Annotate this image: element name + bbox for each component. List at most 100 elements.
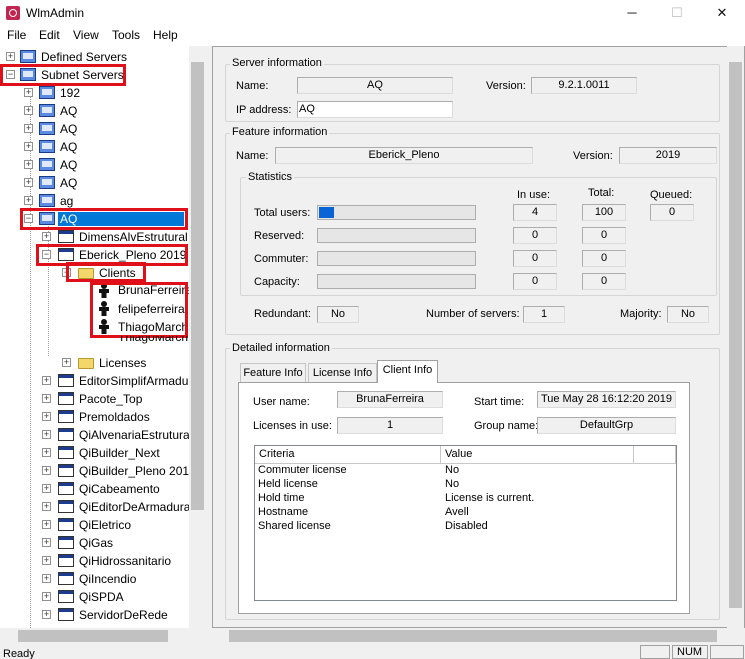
- tree-item-feature[interactable]: + QiSPDA: [0, 588, 190, 606]
- expand-icon[interactable]: +: [42, 556, 51, 565]
- tree-item-feature[interactable]: + QiHidrossanitario: [0, 552, 190, 570]
- tab-feature-info[interactable]: Feature Info: [240, 363, 306, 383]
- feature-icon: [58, 428, 74, 441]
- feature-version-label: Version:: [573, 150, 613, 162]
- expand-icon[interactable]: +: [62, 358, 71, 367]
- start-time-field: Tue May 28 16:12:20 2019: [537, 391, 676, 408]
- tree-item-feature[interactable]: + Pacote_Top: [0, 390, 190, 408]
- expand-icon[interactable]: +: [24, 142, 33, 151]
- tree-label: ServidorDeRede: [79, 608, 168, 622]
- number-of-servers-label: Number of servers:: [426, 308, 520, 320]
- expand-icon[interactable]: +: [24, 196, 33, 205]
- expand-icon[interactable]: +: [42, 394, 51, 403]
- reserved-total: 0: [582, 227, 626, 244]
- commuter-in-use: 0: [513, 250, 557, 267]
- tree-item-server[interactable]: + AQ: [0, 156, 190, 174]
- maximize-button[interactable]: ☐: [654, 0, 700, 26]
- grid-cell-value: License is current.: [445, 492, 535, 504]
- expand-icon[interactable]: +: [42, 430, 51, 439]
- capacity-bar: [317, 274, 476, 289]
- ip-address-field[interactable]: AQ: [297, 101, 453, 118]
- capacity-in-use: 0: [513, 273, 557, 290]
- tree-item-client[interactable]: ThiagoMarch: [0, 336, 190, 348]
- menu-edit[interactable]: Edit: [37, 28, 62, 42]
- highlight-box: [0, 64, 126, 86]
- expand-icon[interactable]: +: [42, 448, 51, 457]
- menu-tools[interactable]: Tools: [110, 28, 142, 42]
- tree-item-feature[interactable]: + QiIncendio: [0, 570, 190, 588]
- expand-icon[interactable]: +: [42, 412, 51, 421]
- details-horizontal-scroll-thumb[interactable]: [229, 630, 717, 642]
- tree-item-feature[interactable]: + QiEletrico: [0, 516, 190, 534]
- tree-item-server[interactable]: + AQ: [0, 102, 190, 120]
- tree-item-server[interactable]: + 192: [0, 84, 190, 102]
- grid-cell-value: No: [445, 478, 460, 490]
- expand-icon[interactable]: +: [42, 592, 51, 601]
- expand-icon[interactable]: +: [42, 502, 51, 511]
- feature-name-label: Name:: [236, 150, 269, 162]
- feature-version-field: 2019: [619, 147, 717, 164]
- expand-icon[interactable]: +: [24, 178, 33, 187]
- tab-license-info[interactable]: License Info: [308, 363, 377, 383]
- expand-icon[interactable]: +: [42, 232, 51, 241]
- expand-icon[interactable]: +: [24, 160, 33, 169]
- column-header-empty: [634, 446, 676, 464]
- tree-label: QiEditorDeArmadura: [79, 500, 191, 514]
- server-name-field: AQ: [297, 77, 453, 94]
- menu-file[interactable]: File: [5, 28, 28, 42]
- expand-icon[interactable]: +: [42, 538, 51, 547]
- tree-item-feature[interactable]: + ServidorDeRede: [0, 606, 190, 624]
- tree-item-feature[interactable]: + QiBuilder_Pleno 2019: [0, 462, 196, 480]
- tree-item-feature[interactable]: + EditorSimplifArmadu: [0, 372, 190, 390]
- expand-icon[interactable]: +: [6, 52, 15, 61]
- servers-icon: [20, 50, 36, 63]
- tree-item-feature[interactable]: + QiGas: [0, 534, 190, 552]
- tree-item-server[interactable]: + AQ: [0, 174, 190, 192]
- tree-item-server[interactable]: + AQ: [0, 138, 190, 156]
- expand-icon[interactable]: +: [42, 520, 51, 529]
- tree-horizontal-scroll-thumb[interactable]: [18, 630, 168, 642]
- num-lock-indicator: NUM: [672, 645, 708, 659]
- tree-label: AQ: [60, 176, 78, 190]
- tree-item-licenses-folder[interactable]: + Licenses: [0, 354, 190, 372]
- status-bar: Ready NUM: [0, 644, 745, 659]
- reserved-in-use: 0: [513, 227, 557, 244]
- column-header-criteria[interactable]: Criteria: [255, 446, 441, 464]
- group-name-label: Group name:: [474, 420, 539, 432]
- column-header-value[interactable]: Value: [441, 446, 634, 464]
- tree-label: AQ: [60, 140, 78, 154]
- expand-icon[interactable]: +: [42, 574, 51, 583]
- criteria-grid[interactable]: Criteria Value Commuter license No Held …: [254, 445, 677, 601]
- tree-label: Licenses: [99, 356, 147, 370]
- expand-icon[interactable]: +: [42, 484, 51, 493]
- tree-item-feature[interactable]: + QiAlvenariaEstrutura: [0, 426, 190, 444]
- tree-item-feature[interactable]: + QiBuilder_Next: [0, 444, 190, 462]
- tree-vertical-scroll-thumb[interactable]: [191, 62, 204, 510]
- feature-icon: [58, 392, 74, 405]
- feature-info-title: Feature information: [230, 126, 330, 138]
- menu-help[interactable]: Help: [151, 28, 180, 42]
- tree-item-feature[interactable]: + QiEditorDeArmadura: [0, 498, 190, 516]
- server-version-field: 9.2.1.0011: [531, 77, 637, 94]
- tree-label: ag: [60, 194, 74, 208]
- detailed-info-title: Detailed information: [230, 342, 332, 354]
- expand-icon[interactable]: +: [24, 88, 33, 97]
- server-tree[interactable]: + Defined Servers − Subnet Servers + 192…: [0, 46, 206, 644]
- tree-item-server[interactable]: + AQ: [0, 120, 190, 138]
- close-button[interactable]: ✕: [699, 0, 745, 26]
- expand-icon[interactable]: +: [42, 376, 51, 385]
- feature-icon: [58, 230, 74, 243]
- tree-item-feature[interactable]: + Premoldados: [0, 408, 190, 426]
- expand-icon[interactable]: +: [42, 466, 51, 475]
- details-vertical-scroll-thumb[interactable]: [729, 62, 742, 608]
- menu-view[interactable]: View: [71, 28, 101, 42]
- tab-client-info[interactable]: Client Info: [377, 360, 438, 383]
- tree-item-feature[interactable]: + QiCabeamento: [0, 480, 190, 498]
- reserved-label: Reserved:: [254, 230, 305, 242]
- expand-icon[interactable]: +: [24, 106, 33, 115]
- status-text: Ready: [3, 648, 35, 659]
- expand-icon[interactable]: +: [24, 124, 33, 133]
- expand-icon[interactable]: +: [42, 610, 51, 619]
- tree-label: QiAlvenariaEstrutura: [79, 428, 190, 442]
- minimize-button[interactable]: ─: [609, 0, 655, 26]
